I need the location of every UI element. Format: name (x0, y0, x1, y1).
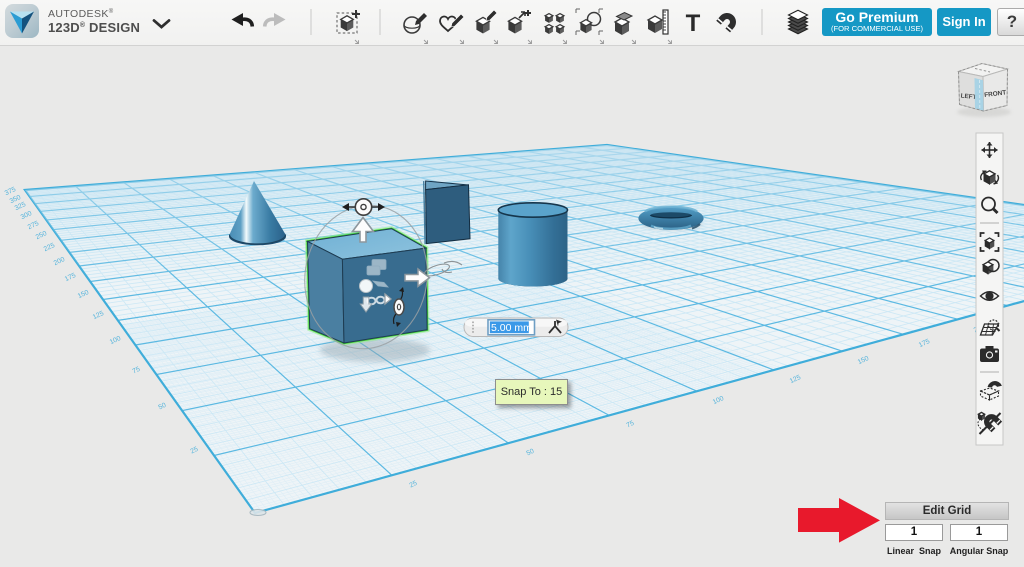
svg-text:200: 200 (53, 256, 66, 267)
svg-text:300: 300 (20, 210, 33, 221)
svg-text:225: 225 (43, 242, 56, 253)
svg-text:25: 25 (408, 480, 418, 490)
svg-text:175: 175 (918, 338, 931, 349)
svg-text:50: 50 (157, 402, 167, 412)
svg-text:150: 150 (77, 289, 90, 300)
svg-text:75: 75 (625, 420, 635, 430)
svg-text:250: 250 (35, 230, 48, 241)
svg-text:50: 50 (525, 448, 535, 458)
svg-text:175: 175 (64, 272, 77, 283)
svg-text:75: 75 (131, 366, 141, 376)
svg-text:5.00 mm: 5.00 mm (491, 322, 532, 334)
svg-text:125: 125 (92, 310, 105, 321)
svg-text:125: 125 (789, 374, 802, 385)
svg-text:150: 150 (857, 355, 870, 366)
svg-text:T: T (686, 10, 701, 37)
svg-text:25: 25 (189, 446, 199, 456)
svg-text:275: 275 (27, 220, 40, 231)
svg-text:100: 100 (712, 395, 725, 406)
svg-text:100: 100 (109, 335, 122, 346)
